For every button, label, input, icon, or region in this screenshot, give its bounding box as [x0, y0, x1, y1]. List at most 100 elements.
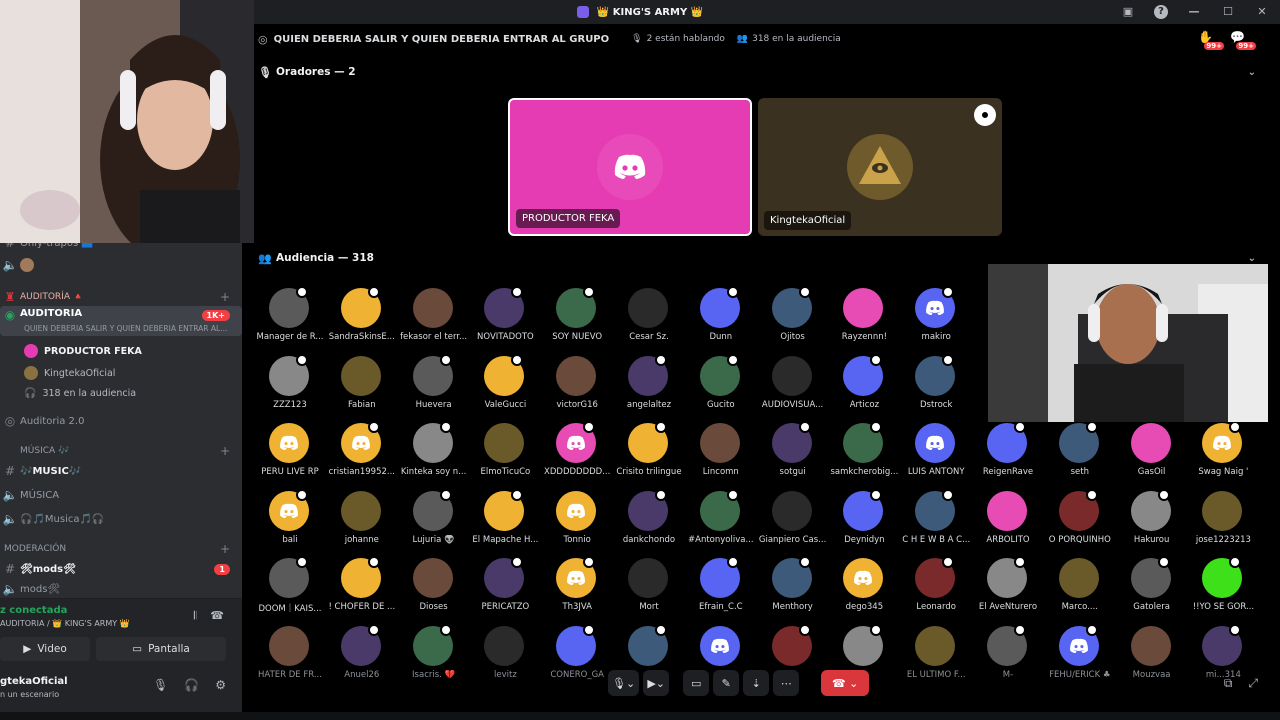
audience-member[interactable]: victorG16 [541, 354, 613, 420]
help-icon[interactable]: ? [1154, 5, 1168, 19]
raise-hand-icon[interactable]: ✋ 99+ [1198, 30, 1224, 50]
audience-member[interactable]: PERU LIVE RP [254, 421, 326, 487]
audience-member[interactable]: Th3JVA [541, 556, 613, 622]
username[interactable]: gtekaOficial [0, 676, 68, 687]
audience-member[interactable]: XDDDDDDDD... [541, 421, 613, 487]
audience-member[interactable]: AUDIOVISUA... [757, 354, 829, 420]
channel-musica-voice[interactable]: 🔈 MÚSICA [0, 484, 242, 506]
audience-member[interactable]: ZZZ123 [254, 353, 326, 420]
audience-member[interactable]: Lujuria 👽 [398, 488, 470, 555]
camera-toggle[interactable]: ▶⌄ [643, 670, 670, 696]
audience-member[interactable]: jose1223213 [1187, 489, 1259, 555]
audience-member[interactable]: DOOM｜KAIS... [254, 556, 326, 622]
audience-member[interactable]: Menthory [757, 556, 829, 622]
chat-icon[interactable]: 💬 99+ [1230, 30, 1256, 50]
channel-musica-voice-2[interactable]: 🔈 🎧🎵Musica🎵🎧 [0, 508, 242, 530]
audience-member[interactable]: Efrain_C.C [685, 556, 757, 622]
audience-member[interactable]: Rayzennn! [828, 286, 900, 352]
maximize-button[interactable]: ☐ [1220, 4, 1236, 20]
category-auditoria[interactable]: ♜ AUDITORÍA 🔺 + [0, 286, 242, 308]
audience-member[interactable]: Mouzvaa [1116, 624, 1188, 690]
audience-member[interactable]: ElmoTicuCo [469, 421, 541, 487]
audience-member[interactable]: Hakurou [1116, 488, 1188, 555]
audience-member[interactable]: Gianpiero Cas... [757, 489, 829, 555]
audience-member[interactable]: Manager de R... [254, 286, 326, 352]
audience-member[interactable]: samkcherobig... [828, 421, 900, 487]
audience-member[interactable]: Articoz [828, 353, 900, 420]
audience-member[interactable]: ValeGucci [469, 353, 541, 420]
fullscreen-icon[interactable]: ⤢ [1248, 676, 1258, 691]
audience-member[interactable]: ! CHOFER DE ... [326, 556, 398, 622]
audience-member[interactable]: Anuel26 [326, 624, 398, 690]
settings-gear-icon[interactable]: ⚙ [215, 678, 226, 692]
audience-member[interactable]: SandraSkinsE... [326, 286, 398, 352]
speaker-tile-kingteka[interactable]: KingtekaOficial [758, 98, 1002, 236]
audience-member[interactable]: EL ULTIMO F... [900, 624, 972, 690]
channel-auditoria-2[interactable]: ◎ Auditoria 2.0 [0, 410, 242, 432]
audience-member[interactable]: sotgui [757, 421, 829, 487]
audience-member[interactable]: GasOil [1116, 421, 1188, 487]
add-channel-icon[interactable]: + [220, 290, 230, 304]
audience-member[interactable]: O PORQUIÑHO [1044, 488, 1116, 555]
add-channel-icon[interactable]: + [220, 542, 230, 556]
audience-member[interactable]: levitz [469, 624, 541, 690]
audience-member[interactable]: ReigenRave [972, 421, 1044, 487]
audience-member[interactable]: #Antonyoliva... [685, 488, 757, 555]
channel-mods[interactable]: # 🛠mods🛠 1 [0, 558, 242, 580]
voice-channel-name[interactable]: AUDITORIA / 👑 KING'S ARMY 👑 [0, 619, 130, 628]
audience-member[interactable]: Isacris. 💔 [398, 624, 470, 690]
add-channel-icon[interactable]: + [220, 444, 230, 458]
headphones-icon[interactable]: 🎧 [184, 678, 199, 692]
speakers-section-header[interactable]: 🎙 Oradores — 2 ⌄ [254, 62, 1280, 82]
audience-member[interactable]: Lincomn [685, 421, 757, 487]
chevron-down-icon[interactable]: ⌄ [1248, 67, 1256, 78]
audience-member[interactable]: Deynidyn [828, 488, 900, 555]
audience-member[interactable]: !!YO SE GOR... [1187, 556, 1259, 622]
video-button[interactable]: ▶ Video [0, 637, 90, 661]
close-button[interactable]: ✕ [1254, 4, 1270, 20]
audience-member[interactable]: LUIS ANTONY [900, 421, 972, 487]
category-moderacion[interactable]: MODERACIÓN + [0, 538, 242, 560]
more-options-icon[interactable]: ⋯ [773, 670, 800, 696]
channel-auditoria[interactable]: ◉ AUDITORIA 1K+ QUIEN DEBERIA SALIR Y QU… [0, 306, 242, 336]
audience-member[interactable]: Gucito [685, 353, 757, 420]
microphone-toggle[interactable]: 🎙⌄ [608, 670, 640, 696]
audience-member[interactable]: dankchondo [613, 488, 685, 555]
disconnect-icon[interactable]: ☎ [210, 609, 224, 623]
move-to-audience-icon[interactable]: ⇣ [743, 670, 770, 696]
audience-member[interactable]: HATER DE FR... [254, 624, 326, 690]
audience-member[interactable]: Mort [613, 556, 685, 622]
audience-member[interactable]: ARBOLITO [972, 489, 1044, 555]
audience-member[interactable]: El AveNturero [972, 556, 1044, 622]
category-musica[interactable]: MÚSICA 🎶 + [0, 440, 242, 462]
stage-user-2[interactable]: KingtekaOficial [24, 366, 115, 380]
leave-stage-button[interactable]: ☎ ⌄ [821, 670, 870, 696]
audience-member[interactable]: Leonardo [900, 556, 972, 622]
audience-member[interactable]: seth [1044, 421, 1116, 487]
audience-member[interactable]: Tonnio [541, 489, 613, 555]
pop-out-icon[interactable]: ⧉ [1224, 676, 1233, 691]
audience-member[interactable]: Cesar Sz. [613, 286, 685, 352]
audience-member[interactable]: makiro [900, 286, 972, 352]
audience-member[interactable]: dego345 [828, 556, 900, 622]
audience-member[interactable]: angelaltez [613, 353, 685, 420]
audience-member[interactable]: FEHU/ERICK ♣ [1044, 624, 1116, 690]
channel-music-text[interactable]: # 🎶MUSIC🎶 [0, 460, 242, 482]
audience-member[interactable]: NOVITADOTO [469, 286, 541, 352]
audience-member[interactable]: bali [254, 488, 326, 555]
inbox-icon[interactable]: ▣ [1120, 4, 1136, 20]
screen-share-icon[interactable]: ▭ [683, 670, 710, 696]
audience-member[interactable]: Ojitos [757, 286, 829, 352]
screen-share-button[interactable]: ▭ Pantalla [96, 637, 226, 661]
audience-member[interactable]: Dstrock [900, 353, 972, 420]
audience-member[interactable]: El Mapache H... [469, 488, 541, 555]
noise-suppression-icon[interactable]: 𝄃 [194, 609, 196, 623]
audience-member[interactable]: johanne [326, 489, 398, 555]
audience-member[interactable]: C H E W B A C... [900, 488, 972, 555]
speaker-tile-productor-feka[interactable]: PRODUCTOR FEKA [508, 98, 752, 236]
audience-member[interactable]: Fabian [326, 354, 398, 420]
minimize-button[interactable]: — [1186, 4, 1202, 20]
activities-icon[interactable]: ✎ [713, 670, 740, 696]
audience-member[interactable]: fekasor el terr... [398, 286, 470, 352]
audience-member[interactable]: Huevera [398, 353, 470, 420]
